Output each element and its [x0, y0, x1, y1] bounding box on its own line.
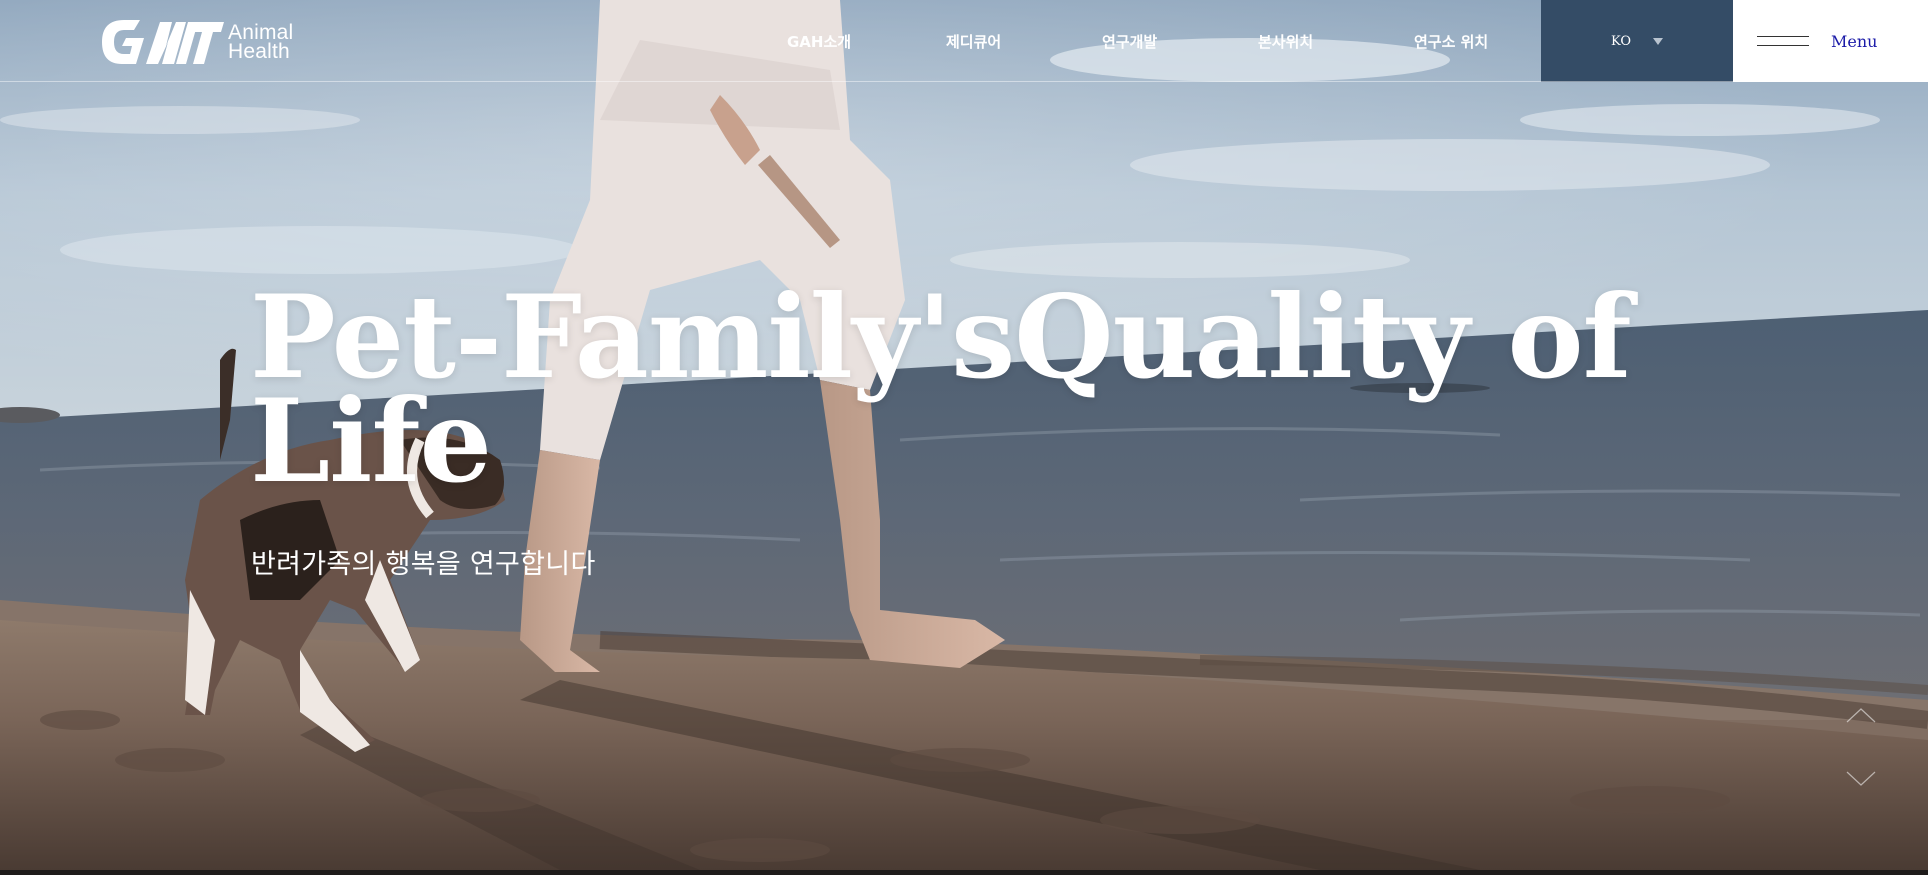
header-divider [0, 81, 1733, 82]
hero-subheadline: 반려가족의 행복을 연구합니다 [251, 549, 596, 580]
nav-item-jedicure[interactable]: 제디큐어 [946, 31, 1001, 52]
nav-item-headquarters-location[interactable]: 본사위치 [1258, 31, 1313, 52]
gait-logo-mark-icon [102, 20, 224, 64]
nav-item-research[interactable]: 연구개발 [1102, 31, 1157, 52]
logo-text-line2: Health [228, 40, 290, 63]
site-logo[interactable]: Animal Health [100, 14, 300, 70]
logo-wordmark: Animal Health [228, 22, 293, 63]
hero-headline: Pet-Family'sQuality of Life [250, 280, 1632, 508]
site-header: Animal Health GAH소개 제디큐어 연구개발 본사위치 연구소 위… [0, 0, 1928, 82]
chevron-up-icon[interactable] [1846, 706, 1876, 724]
menu-button-label: Menu [1831, 31, 1878, 51]
hero-headline-line2: Life [250, 374, 492, 508]
language-selector[interactable]: KO [1541, 0, 1733, 82]
nav-item-about-gah[interactable]: GAH소개 [787, 31, 851, 52]
hamburger-icon [1757, 34, 1809, 48]
chevron-down-icon[interactable] [1846, 770, 1876, 788]
caret-down-icon [1653, 37, 1664, 45]
language-selected-label: KO [1610, 33, 1632, 49]
nav-item-lab-location[interactable]: 연구소 위치 [1414, 31, 1488, 52]
menu-button[interactable]: Menu [1733, 0, 1928, 82]
page-bottom-edge [0, 870, 1928, 875]
